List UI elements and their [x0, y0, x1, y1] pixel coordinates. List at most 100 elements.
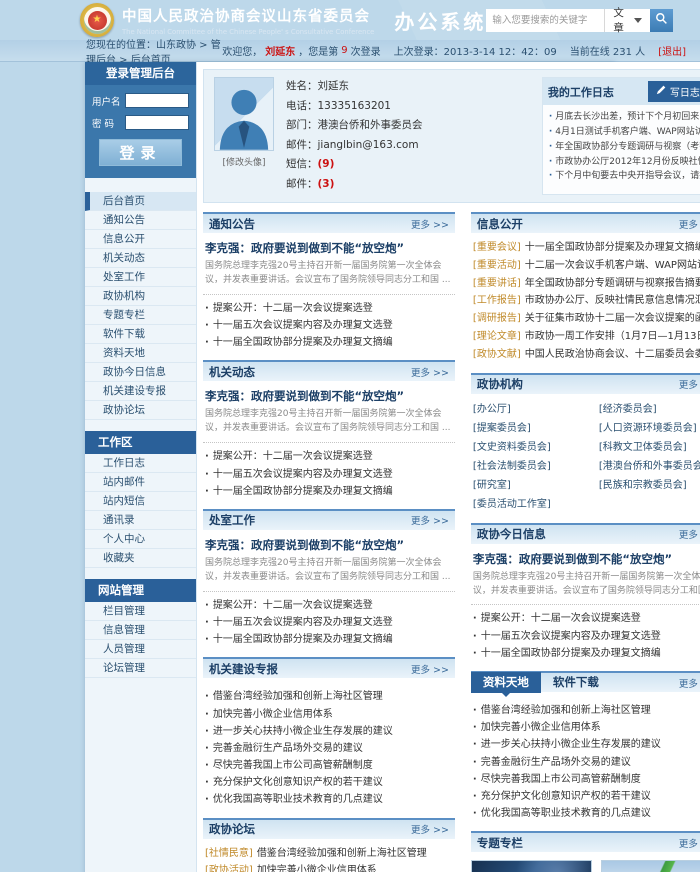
- worklog-item[interactable]: 月底去长沙出差，预计下个月初回来: [549, 110, 700, 125]
- sidebar-menu-item[interactable]: 通讯录: [85, 511, 196, 530]
- sidebar-menu-item[interactable]: 机关建设专报: [85, 382, 196, 401]
- sidebar-menu-item[interactable]: 专题专栏: [85, 306, 196, 325]
- more-link[interactable]: 更多 >>: [679, 676, 700, 690]
- more-link[interactable]: 更多 >>: [411, 662, 449, 676]
- search-input[interactable]: [486, 9, 604, 32]
- report-item[interactable]: 借鉴台湾经验加强和创新上海社区管理: [205, 688, 453, 705]
- news-item[interactable]: 十一届五次会议提案内容及办理复文选登: [473, 628, 700, 645]
- more-link[interactable]: 更多 >>: [411, 365, 449, 379]
- news-item[interactable]: 十一届全国政协部分提案及办理复文摘编: [205, 631, 453, 648]
- org-link[interactable]: [研究室]: [473, 476, 595, 495]
- material-item[interactable]: 借鉴台湾经验加强和创新上海社区管理: [473, 702, 700, 719]
- news-item[interactable]: 十一届全国政协部分提案及办理复文摘编: [473, 645, 700, 662]
- sidebar-menu-item[interactable]: 信息公开: [85, 230, 196, 249]
- sidebar-menu-item[interactable]: 软件下载: [85, 325, 196, 344]
- news-item[interactable]: 十一届五次会议提案内容及办理复文选登: [205, 466, 453, 483]
- sidebar-menu-item[interactable]: 信息管理: [85, 621, 196, 640]
- material-item[interactable]: 充分保护文化创意知识产权的若干建议: [473, 788, 700, 805]
- search-category-select[interactable]: 文章: [604, 9, 649, 32]
- login-button[interactable]: 登录: [99, 139, 182, 166]
- sidebar-menu-item[interactable]: 个人中心: [85, 530, 196, 549]
- sidebar-menu-item[interactable]: 人员管理: [85, 640, 196, 659]
- report-item[interactable]: 加快完善小微企业信用体系: [205, 706, 453, 723]
- org-link[interactable]: [文史资料委员会]: [473, 438, 595, 457]
- news-headline[interactable]: 李克强：政府要说到做到不能“放空炮”: [205, 240, 453, 256]
- worklog-item[interactable]: 4月1日测试手机客户端、WAP网站访问方法: [549, 125, 700, 140]
- news-item[interactable]: 提案公开：十二届一次会议提案选登: [205, 300, 453, 317]
- material-item[interactable]: 优化我国高等职业技术教育的几点建议: [473, 805, 700, 822]
- change-avatar-link[interactable]: [修改头像]: [212, 155, 276, 168]
- more-link[interactable]: 更多 >>: [679, 377, 700, 391]
- report-item[interactable]: 完善金融衍生产品场外交易的建议: [205, 740, 453, 757]
- report-item[interactable]: 尽快完善我国上市公司高管薪酬制度: [205, 757, 453, 774]
- org-link[interactable]: [社会法制委员会]: [473, 457, 595, 476]
- tab-materials[interactable]: 资料天地: [471, 672, 541, 693]
- sidebar-menu-item[interactable]: 站内邮件: [85, 473, 196, 492]
- news-item[interactable]: 提案公开：十二届一次会议提案选登: [205, 448, 453, 465]
- sidebar-menu-item[interactable]: 政协今日信息: [85, 363, 196, 382]
- org-link[interactable]: [经济委员会]: [599, 400, 700, 419]
- tab-downloads[interactable]: 软件下载: [541, 672, 611, 693]
- sidebar-menu-item[interactable]: 通知公告: [85, 211, 196, 230]
- forum-item[interactable]: [社情民意]借鉴台湾经验加强和创新上海社区管理: [205, 845, 453, 863]
- news-item[interactable]: 十一届五次会议提案内容及办理复文选登: [205, 317, 453, 334]
- more-link[interactable]: 更多 >>: [679, 836, 700, 850]
- sidebar-menu-item[interactable]: 工作日志: [85, 454, 196, 473]
- more-link[interactable]: 更多 >>: [411, 822, 449, 836]
- search-button[interactable]: [650, 9, 673, 32]
- breadcrumb-link[interactable]: 山东政协: [156, 40, 196, 51]
- more-link[interactable]: 更多 >>: [411, 217, 449, 231]
- forum-item[interactable]: [政协活动]加快完善小微企业信用体系: [205, 862, 453, 872]
- sidebar-menu-item[interactable]: 后台首页: [85, 192, 196, 211]
- report-item[interactable]: 优化我国高等职业技术教育的几点建议: [205, 791, 453, 808]
- logout-link[interactable]: [退出]: [658, 43, 686, 58]
- worklog-item[interactable]: 下个月中旬要去中央开指导会议，请提醒我: [549, 169, 700, 184]
- news-item[interactable]: 提案公开：十二届一次会议提案选登: [473, 610, 700, 627]
- org-link[interactable]: [办公厅]: [473, 400, 595, 419]
- sidebar-menu-item[interactable]: 站内短信: [85, 492, 196, 511]
- sidebar-menu-item[interactable]: 机关动态: [85, 249, 196, 268]
- info-item[interactable]: [政协文献]中国人民政治协商会议、十二届委员会委员名单: [473, 346, 700, 364]
- report-item[interactable]: 充分保护文化创意知识产权的若干建议: [205, 774, 453, 791]
- material-item[interactable]: 完善金融衍生产品场外交易的建议: [473, 754, 700, 771]
- material-item[interactable]: 进一步关心扶持小微企业生存发展的建议: [473, 736, 700, 753]
- org-link[interactable]: [提案委员会]: [473, 419, 595, 438]
- org-link[interactable]: [科教文卫体委员会]: [599, 438, 700, 457]
- info-item[interactable]: [重要讲话]年全国政协部分专题调研与视察报告摘要: [473, 275, 700, 293]
- password-field[interactable]: [125, 115, 189, 130]
- topic-thumb[interactable]: 十八大专题: [471, 860, 592, 872]
- sidebar-menu-item[interactable]: 收藏夹: [85, 549, 196, 568]
- material-item[interactable]: 加快完善小微企业信用体系: [473, 719, 700, 736]
- topic-thumb[interactable]: 深入学习习近平讲话: [601, 860, 700, 872]
- sidebar-menu-item[interactable]: 论坛管理: [85, 659, 196, 678]
- material-item[interactable]: 尽快完善我国上市公司高管薪酬制度: [473, 771, 700, 788]
- news-headline[interactable]: 李克强：政府要说到做到不能“放空炮”: [205, 537, 453, 553]
- worklog-item[interactable]: 年全国政协部分专题调研与视察（考察）报告摘要: [549, 140, 700, 155]
- sidebar-menu-item[interactable]: 栏目管理: [85, 602, 196, 621]
- report-item[interactable]: 进一步关心扶持小微企业生存发展的建议: [205, 723, 453, 740]
- sidebar-menu-item[interactable]: 资料天地: [85, 344, 196, 363]
- sidebar-menu-item[interactable]: 政协论坛: [85, 401, 196, 420]
- news-item[interactable]: 十一届全国政协部分提案及办理复文摘编: [205, 334, 453, 351]
- sidebar-menu-item[interactable]: 处室工作: [85, 268, 196, 287]
- worklog-item[interactable]: 市政协办公厅2012年12月份反映社情民意信息情况汇总: [549, 155, 700, 170]
- news-item[interactable]: 十一届五次会议提案内容及办理复文选登: [205, 614, 453, 631]
- write-log-button[interactable]: 写日志: [648, 81, 700, 102]
- news-headline[interactable]: 李克强：政府要说到做到不能“放空炮”: [473, 551, 700, 567]
- sidebar-menu-item[interactable]: 政协机构: [85, 287, 196, 306]
- info-item[interactable]: [工作报告]市政协办公厅、反映社情民意信息情况汇总: [473, 292, 700, 310]
- org-link[interactable]: [人口资源环境委员会]: [599, 419, 700, 438]
- org-link[interactable]: [委员活动工作室]: [473, 495, 595, 514]
- more-link[interactable]: 更多 >>: [679, 217, 700, 231]
- info-item[interactable]: [调研报告]关于征集市政协十二届一次会议提案的函: [473, 310, 700, 328]
- more-link[interactable]: 更多 >>: [411, 513, 449, 527]
- more-link[interactable]: 更多 >>: [679, 527, 700, 541]
- info-item[interactable]: [重要活动]十二届一次会议手机客户端、WAP网站访问方法: [473, 257, 700, 275]
- news-item[interactable]: 十一届全国政协部分提案及办理复文摘编: [205, 483, 453, 500]
- news-headline[interactable]: 李克强：政府要说到做到不能“放空炮”: [205, 388, 453, 404]
- org-link[interactable]: [民族和宗教委员会]: [599, 476, 700, 495]
- username-field[interactable]: [125, 93, 189, 108]
- info-item[interactable]: [重要会议]十一届全国政协部分提案及办理复文摘编: [473, 239, 700, 257]
- news-item[interactable]: 提案公开：十二届一次会议提案选登: [205, 597, 453, 614]
- info-item[interactable]: [理论文章]市政协一周工作安排（1月7日—1月13日）、: [473, 328, 700, 346]
